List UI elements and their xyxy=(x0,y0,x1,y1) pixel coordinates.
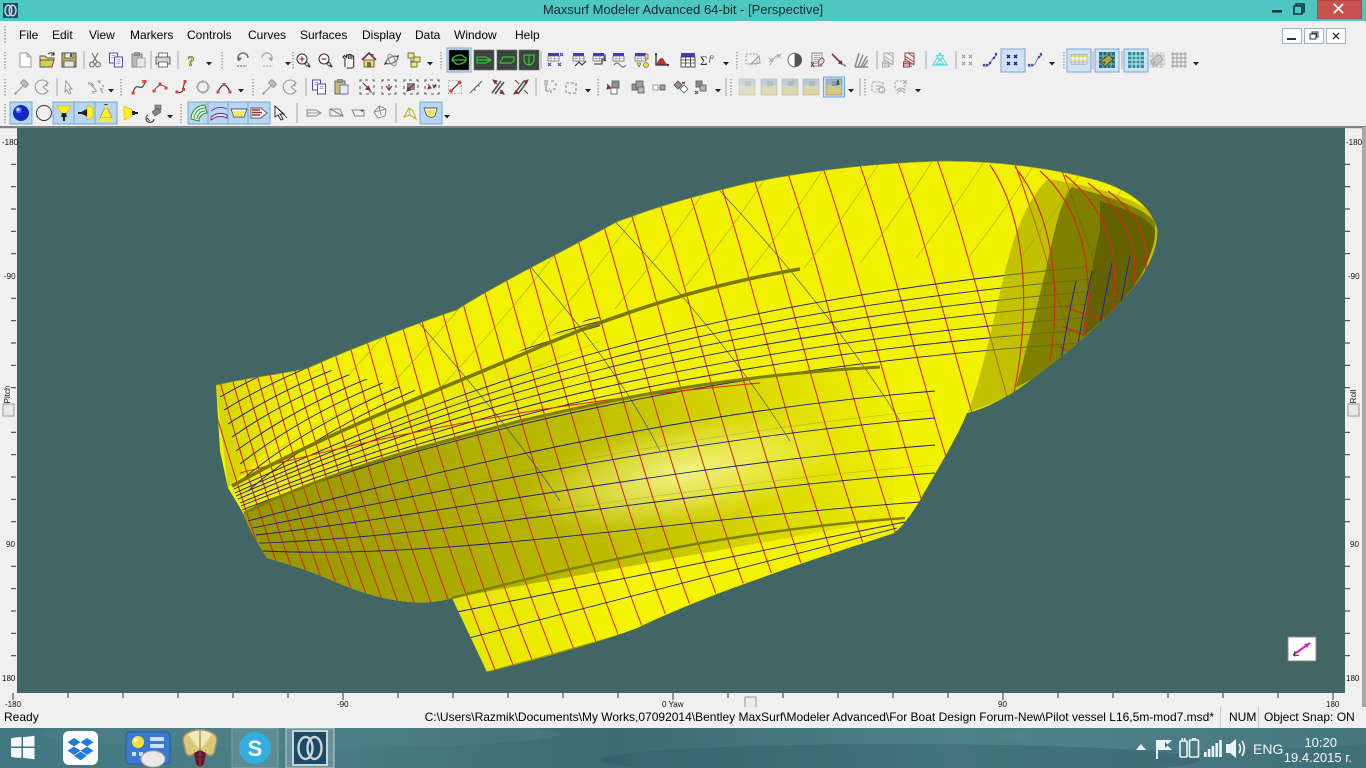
svg-text:Σ: Σ xyxy=(700,53,708,68)
svg-text:S: S xyxy=(248,736,263,761)
svg-text:10:20: 10:20 xyxy=(1304,735,1337,750)
svg-text:19.4.2015 г.: 19.4.2015 г. xyxy=(1284,750,1352,765)
svg-text:90: 90 xyxy=(1350,540,1359,549)
svg-text:180: 180 xyxy=(2,674,16,683)
svg-text:f²: f² xyxy=(709,54,714,63)
svg-text:-90: -90 xyxy=(1348,272,1360,281)
svg-text:-90: -90 xyxy=(4,272,16,281)
svg-text:?: ? xyxy=(187,54,195,70)
svg-text:90: 90 xyxy=(6,540,15,549)
svg-text:ENG: ENG xyxy=(1253,741,1283,757)
svg-text:-180: -180 xyxy=(1346,138,1363,147)
svg-text:180: 180 xyxy=(1346,674,1360,683)
